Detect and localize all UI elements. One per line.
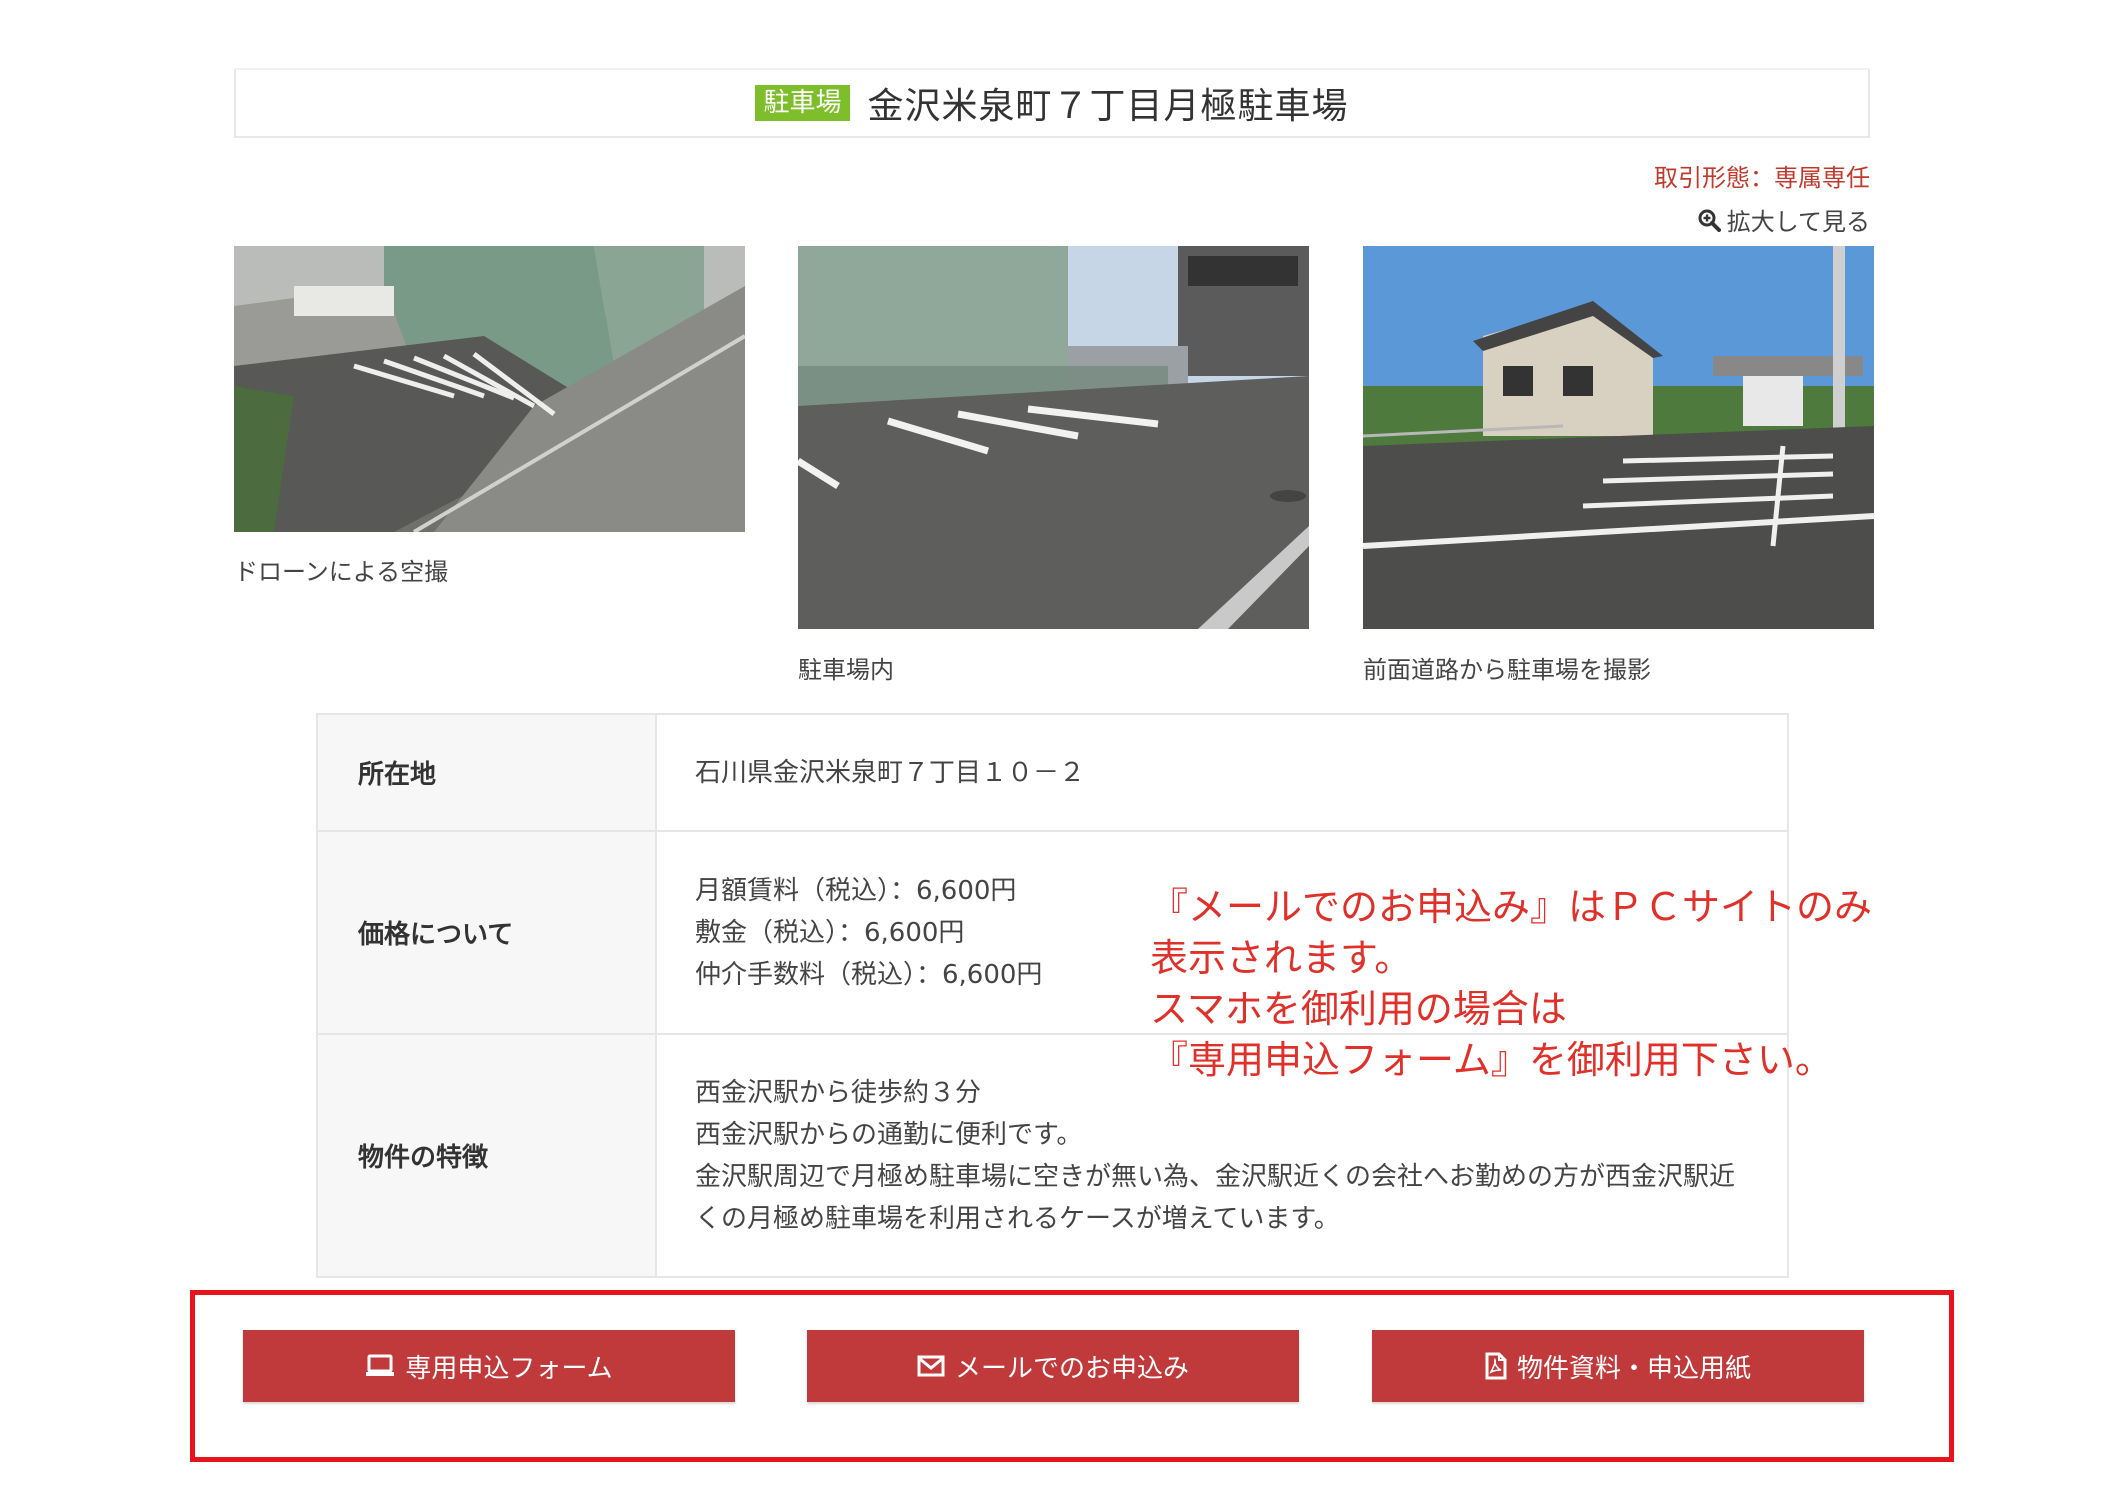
photo-caption-inside-lot: 駐車場内 [798,656,894,684]
photo-inside-lot[interactable] [798,246,1309,629]
photo-aerial[interactable] [234,246,745,532]
feature-line: 金沢駅周辺で月極め駐車場に空きが無い為、金沢駅近くの会社へお勤めの方が西金沢駅近 [695,1161,1736,1192]
note-line: 表示されます。 [1150,936,1413,980]
note-line: 『専用申込フォーム』を御利用下さい。 [1150,1038,1833,1082]
zoom-link[interactable]: 拡大して見る [1697,202,1870,237]
aerial-parking-image [234,246,745,532]
note-line: 『メールでのお申込み』はＰＣサイトのみ [1150,885,1873,929]
title-bar: 駐車場 金沢米泉町７丁目月極駐車場 [234,68,1870,138]
property-documents-button[interactable]: 物件資料・申込用紙 [1372,1330,1864,1402]
price-label: 価格について [316,830,657,1035]
deal-type-label: 取引形態：専属専任 [1654,164,1870,192]
features-label: 物件の特徴 [316,1033,657,1278]
photo-caption-aerial: ドローンによる空撮 [234,558,449,586]
photo-caption-from-road: 前面道路から駐車場を撮影 [1363,656,1651,684]
email-application-button[interactable]: メールでのお申込み [807,1330,1299,1402]
page-title: 金沢米泉町７丁目月極駐車場 [867,86,1349,127]
category-badge: 駐車場 [755,85,850,121]
photo-from-road[interactable] [1363,246,1874,629]
application-form-button-label: 専用申込フォーム [405,1352,613,1383]
address-label: 所在地 [316,713,657,832]
parking-lot-image [798,246,1309,629]
note-line: スマホを御利用の場合は [1150,987,1567,1031]
feature-line: 西金沢駅からの通勤に便利です。 [695,1119,1083,1150]
street-view-image [1363,246,1874,629]
zoom-in-icon [1698,209,1721,232]
email-application-button-label: メールでのお申込み [954,1352,1189,1383]
zoom-link-label: 拡大して見る [1726,208,1870,236]
laptop-icon [366,1354,395,1376]
application-form-button[interactable]: 専用申込フォーム [243,1330,735,1402]
table-row-address: 所在地 石川県金沢米泉町７丁目１０－２ [316,713,1789,832]
envelope-icon [917,1355,945,1377]
feature-line: くの月極め駐車場を利用されるケースが増えています。 [695,1203,1340,1234]
pdf-file-icon [1485,1352,1507,1380]
annotation-note: 『メールでのお申込み』はＰＣサイトのみ 表示されます。スマホを御利用の場合は『専用… [1150,882,1872,1086]
property-documents-button-label: 物件資料・申込用紙 [1516,1352,1751,1383]
address-value: 石川県金沢米泉町７丁目１０－２ [655,713,1789,832]
